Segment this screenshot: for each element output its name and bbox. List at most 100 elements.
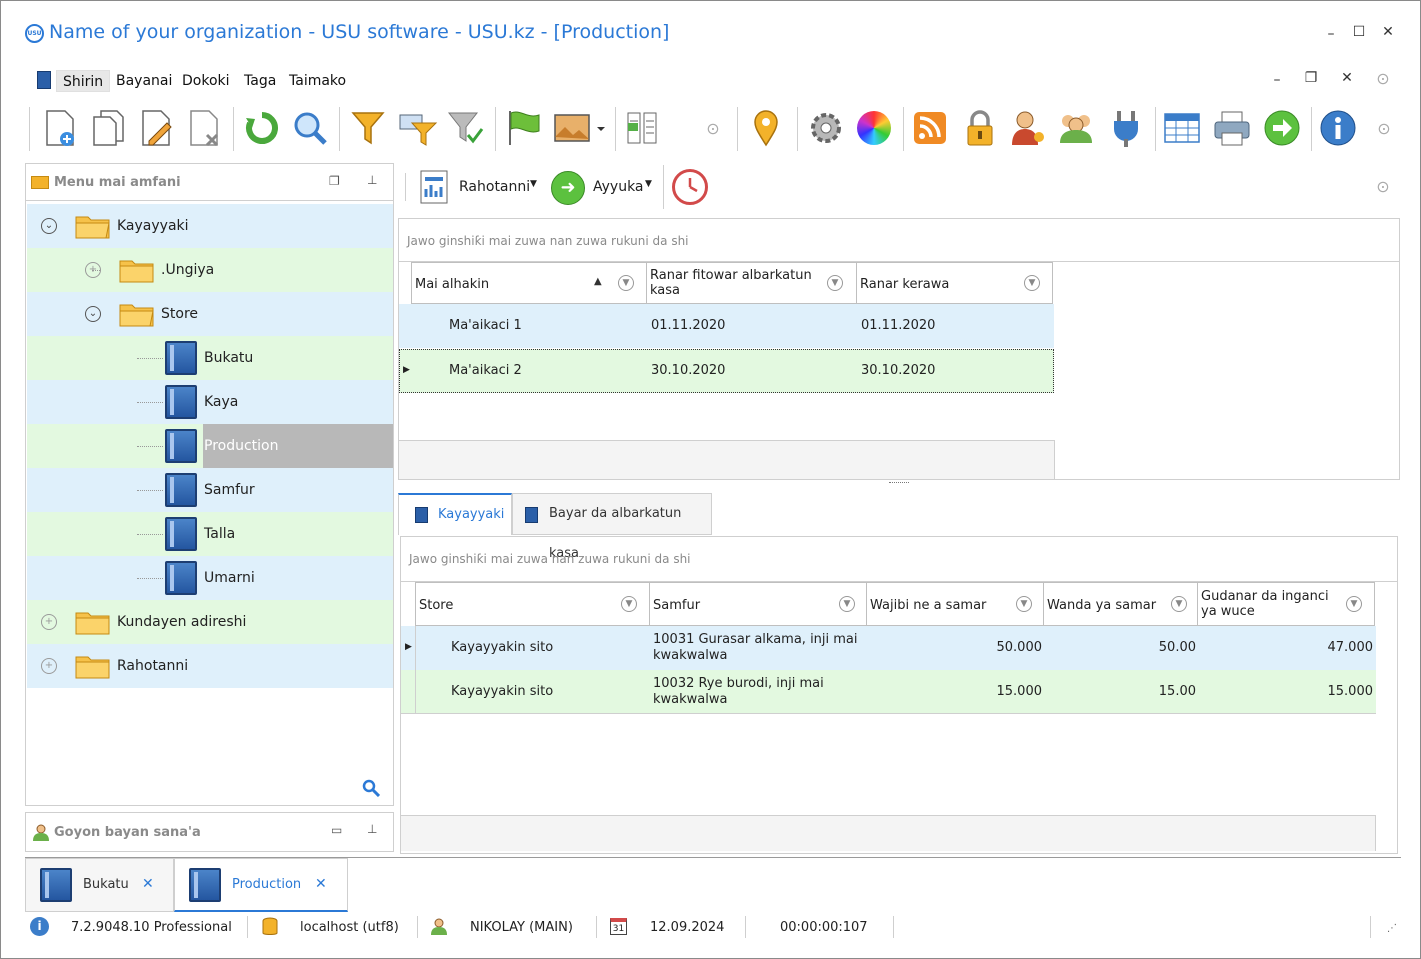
panel-minimize-icon[interactable]: ▭ xyxy=(331,823,342,837)
column-filter-icon[interactable]: ▼ xyxy=(1024,275,1040,291)
doc-tab-production[interactable]: Production ✕ xyxy=(174,858,348,912)
mdi-close-button[interactable]: ✕ xyxy=(1336,70,1358,86)
reports-dropdown-button[interactable]: Rahotanni xyxy=(459,179,530,195)
window-minimize-button[interactable]: – xyxy=(1320,26,1342,42)
filter-edit-icon[interactable] xyxy=(397,107,439,149)
column-header-produced[interactable]: Wanda ya samar ▼ xyxy=(1043,582,1198,626)
close-icon[interactable]: ✕ xyxy=(142,876,154,892)
tree-node-samfur[interactable]: Samfur xyxy=(27,468,393,512)
tree-node-kundayen-adireshi[interactable]: + Kundayen adireshi xyxy=(27,600,393,644)
table-row-focused[interactable]: ▶ Ma'aikaci 2 30.10.2020 30.10.2020 xyxy=(399,349,1054,393)
table-row[interactable]: Kayayyakin sito 10032 Rye burodi, inji m… xyxy=(401,670,1376,714)
column-header-production-date[interactable]: Ranar kerawa ▼ xyxy=(856,262,1053,304)
tree-node-umarni[interactable]: Umarni xyxy=(27,556,393,600)
tree-node-bukatu[interactable]: Bukatu xyxy=(27,336,393,380)
column-filter-icon[interactable]: ▼ xyxy=(618,275,634,291)
column-filter-icon[interactable]: ▼ xyxy=(1171,596,1187,612)
color-wheel-icon[interactable] xyxy=(853,107,895,149)
column-header-material-date[interactable]: Ranar fitowar albarkatun kasa ▼ xyxy=(646,262,857,304)
panel-pin-icon[interactable]: ⊥ xyxy=(367,822,377,836)
group-panel-bottom[interactable]: Jawo ginshiƙi mai zuwa nan zuwa rukuni d… xyxy=(400,536,1398,582)
menu-item-shirin[interactable]: Shirin xyxy=(56,70,111,92)
menu-item-dokoki[interactable]: Dokoki xyxy=(176,70,236,92)
tree-node-rahotanni[interactable]: + Rahotanni xyxy=(27,644,393,688)
column-filter-icon[interactable]: ▼ xyxy=(1016,596,1032,612)
menu-item-bayanai[interactable]: Bayanai xyxy=(110,70,178,92)
actions-arrow-icon[interactable]: ➜ xyxy=(551,171,585,205)
tree-node-kaya[interactable]: Kaya xyxy=(27,380,393,424)
tree-search-icon[interactable] xyxy=(362,779,381,801)
panel-float-icon[interactable]: ❐ xyxy=(329,174,340,188)
user-key-icon[interactable] xyxy=(1007,107,1049,149)
reports-icon[interactable] xyxy=(419,169,449,209)
splitter-handle[interactable] xyxy=(889,482,909,485)
menu-item-taimako[interactable]: Taimako xyxy=(283,70,352,92)
tab-issue-materials[interactable]: Bayar da albarkatun kasa xyxy=(512,493,712,561)
rss-icon[interactable] xyxy=(909,107,951,149)
gear-icon[interactable] xyxy=(805,107,847,149)
panel-pin-icon[interactable]: ⊥ xyxy=(367,173,377,187)
book-icon xyxy=(165,385,197,419)
tree-node-store[interactable]: ⌄ Store xyxy=(27,292,393,336)
image-icon[interactable] xyxy=(551,107,607,149)
column-filter-icon[interactable]: ▼ xyxy=(839,596,855,612)
lock-icon[interactable] xyxy=(959,107,1001,149)
column-header-required[interactable]: Wajibi ne a samar ▼ xyxy=(866,582,1044,626)
close-icon[interactable]: ✕ xyxy=(315,876,327,892)
tree-node-talla[interactable]: Talla xyxy=(27,512,393,556)
users-icon[interactable] xyxy=(1055,107,1097,149)
column-header-quality-passed[interactable]: Gudanar da inganci ya wuce ▼ xyxy=(1197,582,1375,626)
printer-icon[interactable] xyxy=(1211,107,1253,149)
location-icon[interactable] xyxy=(745,107,787,149)
group-panel-top[interactable]: Jawo ginshiƙi mai zuwa nan zuwa rukuni d… xyxy=(398,218,1400,262)
mdi-restore-button[interactable]: ❐ xyxy=(1300,70,1322,86)
collapse-icon[interactable]: ⌄ xyxy=(41,218,57,234)
column-filter-icon[interactable]: ▼ xyxy=(1346,596,1362,612)
table-row[interactable]: ▶ Kayayyakin sito 10031 Gurasar alkama, … xyxy=(401,626,1376,670)
column-filter-icon[interactable]: ▼ xyxy=(621,596,637,612)
doc-toolbar-collapse-icon[interactable]: ⊙ xyxy=(1372,177,1394,196)
filter-clear-icon[interactable] xyxy=(445,107,487,149)
expand-icon[interactable]: + xyxy=(41,658,57,674)
copy-document-icon[interactable] xyxy=(87,107,129,149)
tree-node-kayayyaki[interactable]: ⌄ Kayayyaki xyxy=(27,204,393,248)
toolbar-collapse-icon[interactable]: ⊙ xyxy=(702,119,724,138)
mdi-collapse-button[interactable]: ⊙ xyxy=(1372,69,1394,88)
table-icon[interactable] xyxy=(1161,107,1203,149)
arrow-right-icon[interactable] xyxy=(1261,107,1303,149)
plug-icon[interactable] xyxy=(1105,107,1147,149)
menu-book-icon xyxy=(37,71,51,89)
mdi-minimize-button[interactable]: – xyxy=(1266,72,1288,88)
columns-icon[interactable] xyxy=(621,107,663,149)
refresh-icon[interactable] xyxy=(241,107,283,149)
menu-item-taga[interactable]: Taga xyxy=(238,70,282,92)
expand-icon[interactable]: + xyxy=(85,262,101,278)
timer-icon[interactable] xyxy=(672,169,708,205)
collapse-icon[interactable]: ⌄ xyxy=(85,306,101,322)
version-label: 7.2.9048.10 Professional xyxy=(71,920,232,935)
doc-tab-bukatu[interactable]: Bukatu ✕ xyxy=(25,858,174,912)
search-icon[interactable] xyxy=(289,107,331,149)
timer-label: 00:00:00:107 xyxy=(780,920,868,935)
column-header-product[interactable]: Samfur ▼ xyxy=(649,582,867,626)
tab-kayayyaki[interactable]: Kayayyaki xyxy=(398,493,512,535)
tree-node-ungiya[interactable]: + .Ungiya xyxy=(27,248,393,292)
delete-document-icon[interactable] xyxy=(183,107,225,149)
add-document-icon[interactable] xyxy=(39,107,81,149)
tree-node-production[interactable]: Production xyxy=(27,424,393,468)
window-maximize-button[interactable]: ☐ xyxy=(1348,24,1370,40)
support-user-icon xyxy=(32,823,50,845)
actions-dropdown-button[interactable]: Ayyuka xyxy=(593,179,644,195)
window-close-button[interactable]: ✕ xyxy=(1377,24,1399,40)
column-header-store[interactable]: Store ▼ xyxy=(415,582,650,626)
resize-grip-icon[interactable]: ⋰ xyxy=(1387,923,1397,934)
toolbar-right-collapse-icon[interactable]: ⊙ xyxy=(1373,119,1395,138)
expand-icon[interactable]: + xyxy=(41,614,57,630)
filter-icon[interactable] xyxy=(347,107,389,149)
table-row[interactable]: Ma'aikaci 1 01.11.2020 01.11.2020 xyxy=(399,304,1054,348)
flag-icon[interactable] xyxy=(503,107,545,149)
info-icon[interactable] xyxy=(1317,107,1359,149)
column-header-responsible[interactable]: Mai alhakin ▲ ▼ xyxy=(411,262,647,304)
column-filter-icon[interactable]: ▼ xyxy=(827,275,843,291)
edit-document-icon[interactable] xyxy=(135,107,177,149)
